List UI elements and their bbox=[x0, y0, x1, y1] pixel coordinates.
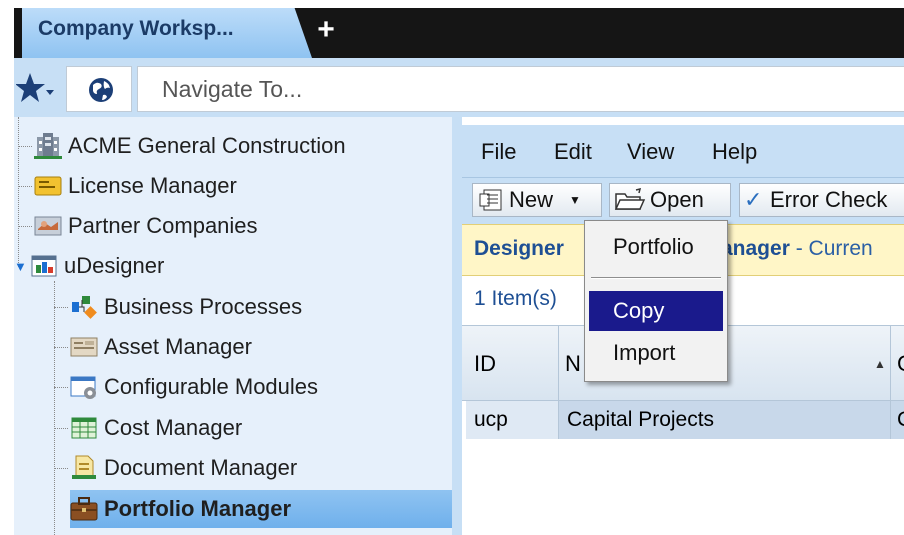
expand-arrow-icon[interactable]: ▼ bbox=[14, 259, 30, 274]
tree-item-document-manager[interactable]: Document Manager bbox=[70, 449, 297, 487]
tree-item-label: Configurable Modules bbox=[104, 374, 319, 399]
cell-c[interactable]: C bbox=[891, 401, 904, 439]
favorites-button[interactable] bbox=[15, 70, 56, 108]
menu-file[interactable]: File bbox=[481, 139, 516, 165]
tree-connector bbox=[18, 146, 32, 147]
tree-connector bbox=[54, 347, 68, 348]
configurable-module-icon bbox=[70, 374, 98, 400]
checkmark-icon: ✓ bbox=[744, 187, 763, 212]
designer-label: Designer bbox=[474, 237, 564, 260]
column-header-c[interactable]: C bbox=[897, 351, 904, 377]
tree-item-acme-general-construction[interactable]: ACME General Construction bbox=[34, 127, 346, 165]
tree-item-label: Business Processes bbox=[104, 294, 303, 319]
briefcase-icon bbox=[70, 496, 98, 522]
tree-item-license-manager[interactable]: License Manager bbox=[34, 167, 237, 205]
tree-item-asset-manager[interactable]: Asset Manager bbox=[70, 328, 252, 366]
tree-item-configurable-modules[interactable]: Configurable Modules bbox=[70, 368, 318, 406]
menu-separator bbox=[591, 277, 721, 279]
tree-connector bbox=[54, 428, 68, 429]
new-dropdown-menu: Portfolio Copy Import bbox=[584, 220, 728, 382]
tree-item-business-processes[interactable]: Business Processes bbox=[70, 288, 302, 326]
designer-manager-label: anager bbox=[721, 237, 790, 260]
tree-item-cost-manager[interactable]: Cost Manager bbox=[70, 409, 242, 447]
designer-subtitle: anager - Curren bbox=[721, 237, 873, 261]
document-icon bbox=[70, 455, 98, 481]
navigation-tree: ACME General Construction License Manage… bbox=[14, 117, 452, 535]
tree-item-label: ACME General Construction bbox=[68, 133, 346, 158]
tree-item-portfolio-manager[interactable]: Portfolio Manager bbox=[70, 490, 452, 528]
tree-item-label: Partner Companies bbox=[68, 213, 258, 238]
new-document-icon bbox=[477, 188, 509, 212]
error-check-button[interactable]: ✓ Error Check bbox=[739, 183, 904, 217]
globe-icon bbox=[89, 78, 113, 102]
process-flow-icon bbox=[70, 294, 98, 320]
tree-connector bbox=[18, 226, 32, 227]
tree-item-label: Asset Manager bbox=[104, 334, 252, 359]
menu-item-import[interactable]: Import bbox=[589, 333, 723, 373]
tree-connector bbox=[54, 387, 68, 388]
open-folder-icon bbox=[614, 187, 650, 212]
column-header-id[interactable]: ID bbox=[474, 351, 496, 377]
tree-item-udesigner[interactable]: ▼ uDesigner bbox=[14, 247, 164, 285]
navigate-input[interactable] bbox=[137, 66, 904, 112]
tree-item-label: Portfolio Manager bbox=[104, 496, 292, 521]
tree-connector bbox=[18, 186, 32, 187]
tree-item-partner-companies[interactable]: Partner Companies bbox=[34, 207, 258, 245]
add-tab-button[interactable]: + bbox=[313, 14, 339, 46]
cell-name[interactable]: Capital Projects bbox=[559, 401, 890, 439]
new-button[interactable]: New ▼ bbox=[472, 183, 602, 217]
tree-connector bbox=[18, 117, 19, 267]
pane-splitter[interactable] bbox=[452, 117, 462, 535]
menu-edit[interactable]: Edit bbox=[554, 139, 592, 165]
sort-ascending-icon[interactable]: ▲ bbox=[874, 357, 886, 371]
cell-id[interactable]: ucp bbox=[466, 401, 558, 439]
tree-item-label: License Manager bbox=[68, 173, 237, 198]
handshake-icon bbox=[34, 213, 62, 239]
star-icon bbox=[15, 73, 54, 102]
menu-item-copy[interactable]: Copy bbox=[589, 291, 723, 331]
error-check-label: Error Check bbox=[770, 187, 888, 212]
designer-icon bbox=[30, 253, 58, 279]
tab-title: Company Worksp... bbox=[38, 17, 234, 40]
new-label: New bbox=[509, 187, 554, 212]
globe-button[interactable] bbox=[66, 66, 132, 112]
dropdown-arrow-icon[interactable]: ▼ bbox=[569, 193, 581, 207]
designer-current-label: - Curren bbox=[795, 237, 873, 260]
menu-bar bbox=[462, 125, 904, 177]
menu-item-portfolio[interactable]: Portfolio bbox=[589, 227, 723, 267]
tree-item-label: Cost Manager bbox=[104, 415, 243, 440]
tree-item-label: uDesigner bbox=[64, 253, 165, 278]
tree-connector bbox=[54, 468, 68, 469]
menu-help[interactable]: Help bbox=[712, 139, 757, 165]
tree-item-label: Document Manager bbox=[104, 455, 298, 480]
tree-connector bbox=[54, 281, 55, 535]
tree-connector bbox=[54, 307, 68, 308]
open-button[interactable]: Open bbox=[609, 183, 731, 217]
cost-sheet-icon bbox=[70, 415, 98, 441]
open-label: Open bbox=[650, 187, 704, 212]
menu-view[interactable]: View bbox=[627, 139, 674, 165]
asset-icon bbox=[70, 334, 98, 360]
column-header-name[interactable]: N bbox=[565, 351, 581, 377]
building-icon bbox=[34, 133, 62, 159]
item-count: 1 Item(s) bbox=[474, 287, 557, 310]
license-icon bbox=[34, 173, 62, 199]
